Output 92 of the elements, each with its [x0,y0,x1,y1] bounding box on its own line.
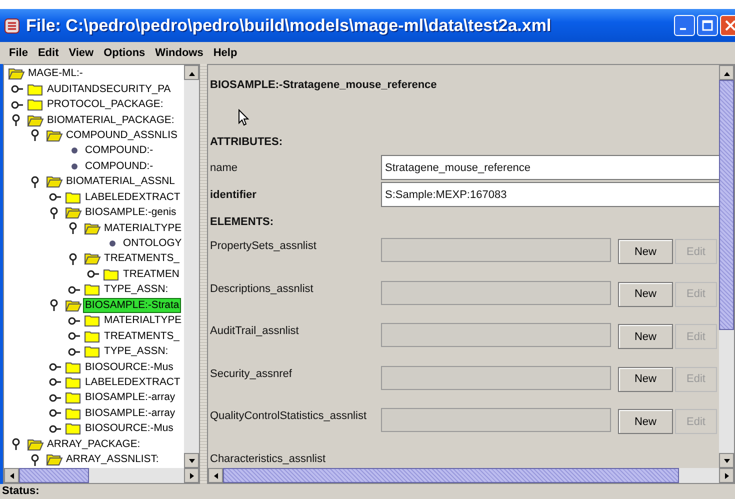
new-button[interactable]: New [618,409,673,434]
tree-item[interactable]: BIOMATERIAL_PACKAGE: [46,114,176,127]
element-field[interactable] [381,323,611,347]
tree-item[interactable]: BIOSOURCE:-Mus [84,360,174,374]
new-button[interactable]: New [618,282,673,306]
minimize-icon [680,28,686,30]
tree-toggle-icon[interactable] [11,98,23,111]
tree-item[interactable]: COMPOUND:- [84,144,154,158]
tree-toggle-icon[interactable] [11,83,23,96]
maximize-button[interactable] [697,15,718,36]
scroll-left-button[interactable] [208,468,223,483]
tree-toggle-icon[interactable] [68,330,80,342]
attribute-label: identifier [210,188,258,200]
tree-item[interactable]: LABELEDEXTRACT [84,190,182,204]
tree-item[interactable]: ARRAY_PACKAGE: [46,438,142,451]
tree-item[interactable]: BIOSAMPLE:-array [84,406,176,420]
tree-item[interactable]: COMPOUND:- [84,160,154,173]
new-button[interactable]: New [618,324,673,349]
tree-item[interactable]: TREATMENTS_ [103,252,180,266]
element-label: Descriptions_assnlist [210,282,314,294]
pointer-cursor-icon [238,109,250,126]
tree-item[interactable]: AUDITANDSECURITY_PA [46,82,172,96]
menu-item[interactable]: Windows [150,47,208,59]
tree-item[interactable]: PROTOCOL_PACKAGE: [46,98,164,112]
tree-toggle-icon[interactable] [68,314,80,327]
attribute-field[interactable]: Stratagene_mouse_reference [381,155,719,180]
new-button[interactable]: New [618,239,673,264]
tree-item[interactable]: ONTOLOGY [122,237,183,250]
tree-toggle-icon[interactable] [49,191,61,204]
tree-item[interactable]: BIOSAMPLE:-Strata [84,298,180,312]
scroll-down-button[interactable] [719,453,734,468]
tree-toggle-icon[interactable] [87,268,99,280]
tree-item[interactable]: LABELEDEXTRACT [84,376,182,389]
tree-item[interactable]: TYPE_ASSN: [103,345,170,358]
element-field[interactable] [381,366,611,390]
element-label: Characteristics_assnlist [210,452,327,464]
tree-toggle-icon[interactable] [49,376,61,388]
scrollbar-thumb[interactable] [223,468,680,483]
new-button[interactable]: New [618,366,673,392]
close-icon [725,20,735,31]
maximize-icon [702,20,713,31]
tree-toggle-icon[interactable] [49,361,61,374]
scroll-up-button[interactable] [719,65,734,80]
section-heading: ATTRIBUTES: [210,136,284,150]
attribute-label: name [210,162,239,174]
menu-item[interactable]: Help [208,47,242,59]
record-heading: BIOSAMPLE:-Stratagene_mouse_reference [210,79,438,93]
tree-item[interactable]: MATERIALTYPE [103,314,183,328]
window-title: File: C:\pedro\pedro\pedro\build\models\mage-ml\data\test2a.xml [26,16,552,36]
scroll-left-button[interactable] [4,468,19,483]
menu-item[interactable]: View [64,47,99,59]
tree-toggle-icon[interactable] [68,346,80,358]
tree-item[interactable]: TYPE_ASSN: [103,283,170,296]
tree-item[interactable]: TREATMEN [122,268,180,281]
menu-item[interactable]: Options [98,47,150,59]
scroll-down-button[interactable] [184,453,199,468]
element-label: Security_assnref [210,366,293,380]
tree-toggle-icon[interactable] [49,392,61,404]
leaf-dot-icon [109,240,116,248]
tree-item[interactable]: MATERIALTYPE [103,222,183,235]
scroll-up-button[interactable] [184,65,199,80]
scroll-right-button[interactable] [184,468,199,483]
tree-item[interactable]: BIOMATERIAL_ASSNL [65,175,176,188]
app-icon [3,16,21,34]
tree-toggle-icon[interactable] [68,284,80,296]
tree-item[interactable]: MAGE-ML:- [27,67,84,80]
element-field[interactable] [381,238,611,262]
tree-item[interactable]: ARRAY_ASSNLIST: [65,453,160,466]
element-label: QualityControlStatistics_assnlist [210,409,368,422]
element-label: AuditTrail_assnlist [210,324,300,337]
tree-toggle-icon[interactable] [49,422,61,435]
element-field[interactable] [381,280,611,304]
scrollbar-thumb[interactable] [719,80,734,330]
minimize-button[interactable] [674,15,695,36]
leaf-dot-icon [71,162,78,170]
tree-item[interactable]: BIOSAMPLE:-array [84,391,176,404]
status-label: Status: [0,484,735,499]
tree-item[interactable]: BIOSAMPLE:-genis [84,206,178,220]
section-heading: ELEMENTS: [210,216,275,230]
tree-toggle-icon[interactable] [49,407,61,420]
tree-item[interactable]: TREATMENTS_ [103,330,180,343]
element-label: PropertySets_assnlist [210,239,318,252]
tree-item[interactable]: BIOSOURCE:-Mus [84,422,174,436]
leaf-dot-icon [71,147,78,154]
attribute-field[interactable]: S:Sample:MEXP:167083 [381,182,719,207]
element-field[interactable] [381,408,611,432]
menu-item[interactable]: Edit [32,47,64,59]
scroll-right-button[interactable] [719,468,734,483]
menu-item[interactable]: File [4,47,33,59]
close-button[interactable] [720,15,735,36]
tree-item[interactable]: COMPOUND_ASSNLIS [65,128,178,142]
scrollbar-thumb[interactable] [19,468,89,483]
